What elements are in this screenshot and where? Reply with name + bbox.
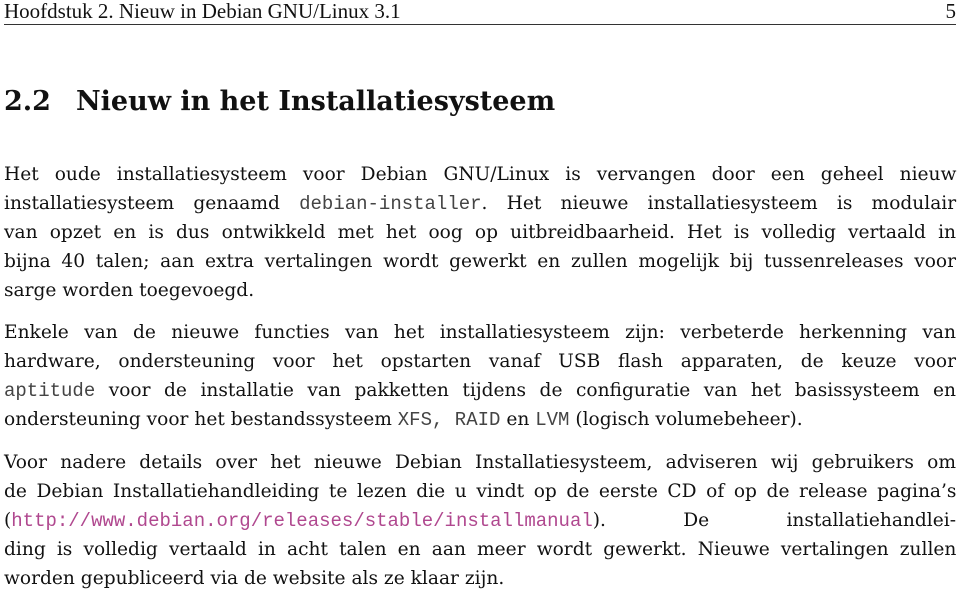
text-line: installatiesysteem genaamd debian-instal…	[4, 189, 956, 218]
text-line: ondersteuning voor het bestandssysteem X…	[4, 405, 956, 434]
text-line: sarge worden toegevoegd.	[4, 276, 956, 305]
paragraph-intro: Het oude installatiesysteem voor Debian …	[4, 160, 956, 305]
text-line: Enkele van de nieuwe functies van het in…	[4, 318, 956, 347]
text-line: Het oude installatiesysteem voor Debian …	[4, 160, 956, 189]
text: ). De installatiehandlei-	[592, 510, 956, 531]
text: worden gepubliceerd via de website als z…	[4, 568, 505, 589]
text: ondersteuning voor het bestandssysteem	[4, 409, 398, 430]
text-line: (http://www.debian.org/releases/stable/i…	[4, 506, 956, 535]
text-line: Voor nadere details over het nieuwe Debi…	[4, 448, 956, 477]
text-line: van opzet en is dus ontwikkeld met het o…	[4, 218, 956, 247]
text-line: de Debian Installatiehandleiding te leze…	[4, 477, 956, 506]
text: van opzet en is dus ontwikkeld met het o…	[4, 222, 956, 243]
section-title: Nieuw in het Installatiesysteem	[76, 86, 556, 117]
text: hardware, ondersteuning voor het opstart…	[4, 351, 956, 372]
text-line: aptitude voor de installatie van pakkett…	[4, 376, 956, 405]
section-heading: 2.2 Nieuw in het Installatiesysteem	[4, 85, 555, 119]
text: sarge worden toegevoegd.	[4, 280, 255, 301]
code-lvm: LVM	[535, 409, 570, 431]
header-rule	[4, 24, 956, 25]
text: ,	[431, 409, 455, 431]
text-line: ding is volledig vertaald in acht talen …	[4, 535, 956, 564]
paragraph-features: Enkele van de nieuwe functies van het in…	[4, 318, 956, 434]
text: bijna 40 talen; aan extra vertalingen wo…	[4, 251, 956, 272]
text-line: hardware, ondersteuning voor het opstart…	[4, 347, 956, 376]
text: en	[500, 409, 536, 430]
chapter-title: Hoofdstuk 2. Nieuw in Debian GNU/Linux 3…	[4, 0, 401, 23]
code-aptitude: aptitude	[4, 380, 96, 402]
text: de Debian Installatiehandleiding te leze…	[4, 481, 957, 502]
text-line: worden gepubliceerd via de website als z…	[4, 564, 956, 593]
paragraph-details: Voor nadere details over het nieuwe Debi…	[4, 448, 956, 593]
text: Enkele van de nieuwe functies van het in…	[4, 322, 956, 343]
text-line: bijna 40 talen; aan extra vertalingen wo…	[4, 247, 956, 276]
section-number: 2.2	[4, 86, 51, 117]
text: voor de installatie van pakketten tijden…	[95, 380, 956, 401]
text: . Het nieuwe installatiesysteem is modul…	[481, 193, 957, 214]
text: installatiesysteem genaamd	[4, 193, 300, 214]
running-head: Hoofdstuk 2. Nieuw in Debian GNU/Linux 3…	[4, 0, 956, 25]
text: Het oude installatiesysteem voor Debian …	[4, 164, 957, 185]
install-manual-link[interactable]: http://www.debian.org/releases/stable/in…	[11, 510, 593, 532]
text: (logisch volumebeheer).	[569, 409, 803, 430]
code-debian-installer: debian-installer	[299, 193, 482, 215]
page-number: 5	[945, 0, 957, 23]
code-xfs: XFS	[397, 409, 432, 431]
text: Voor nadere details over het nieuwe Debi…	[4, 452, 956, 473]
code-raid: RAID	[454, 409, 501, 431]
text: ding is volledig vertaald in acht talen …	[4, 539, 957, 560]
